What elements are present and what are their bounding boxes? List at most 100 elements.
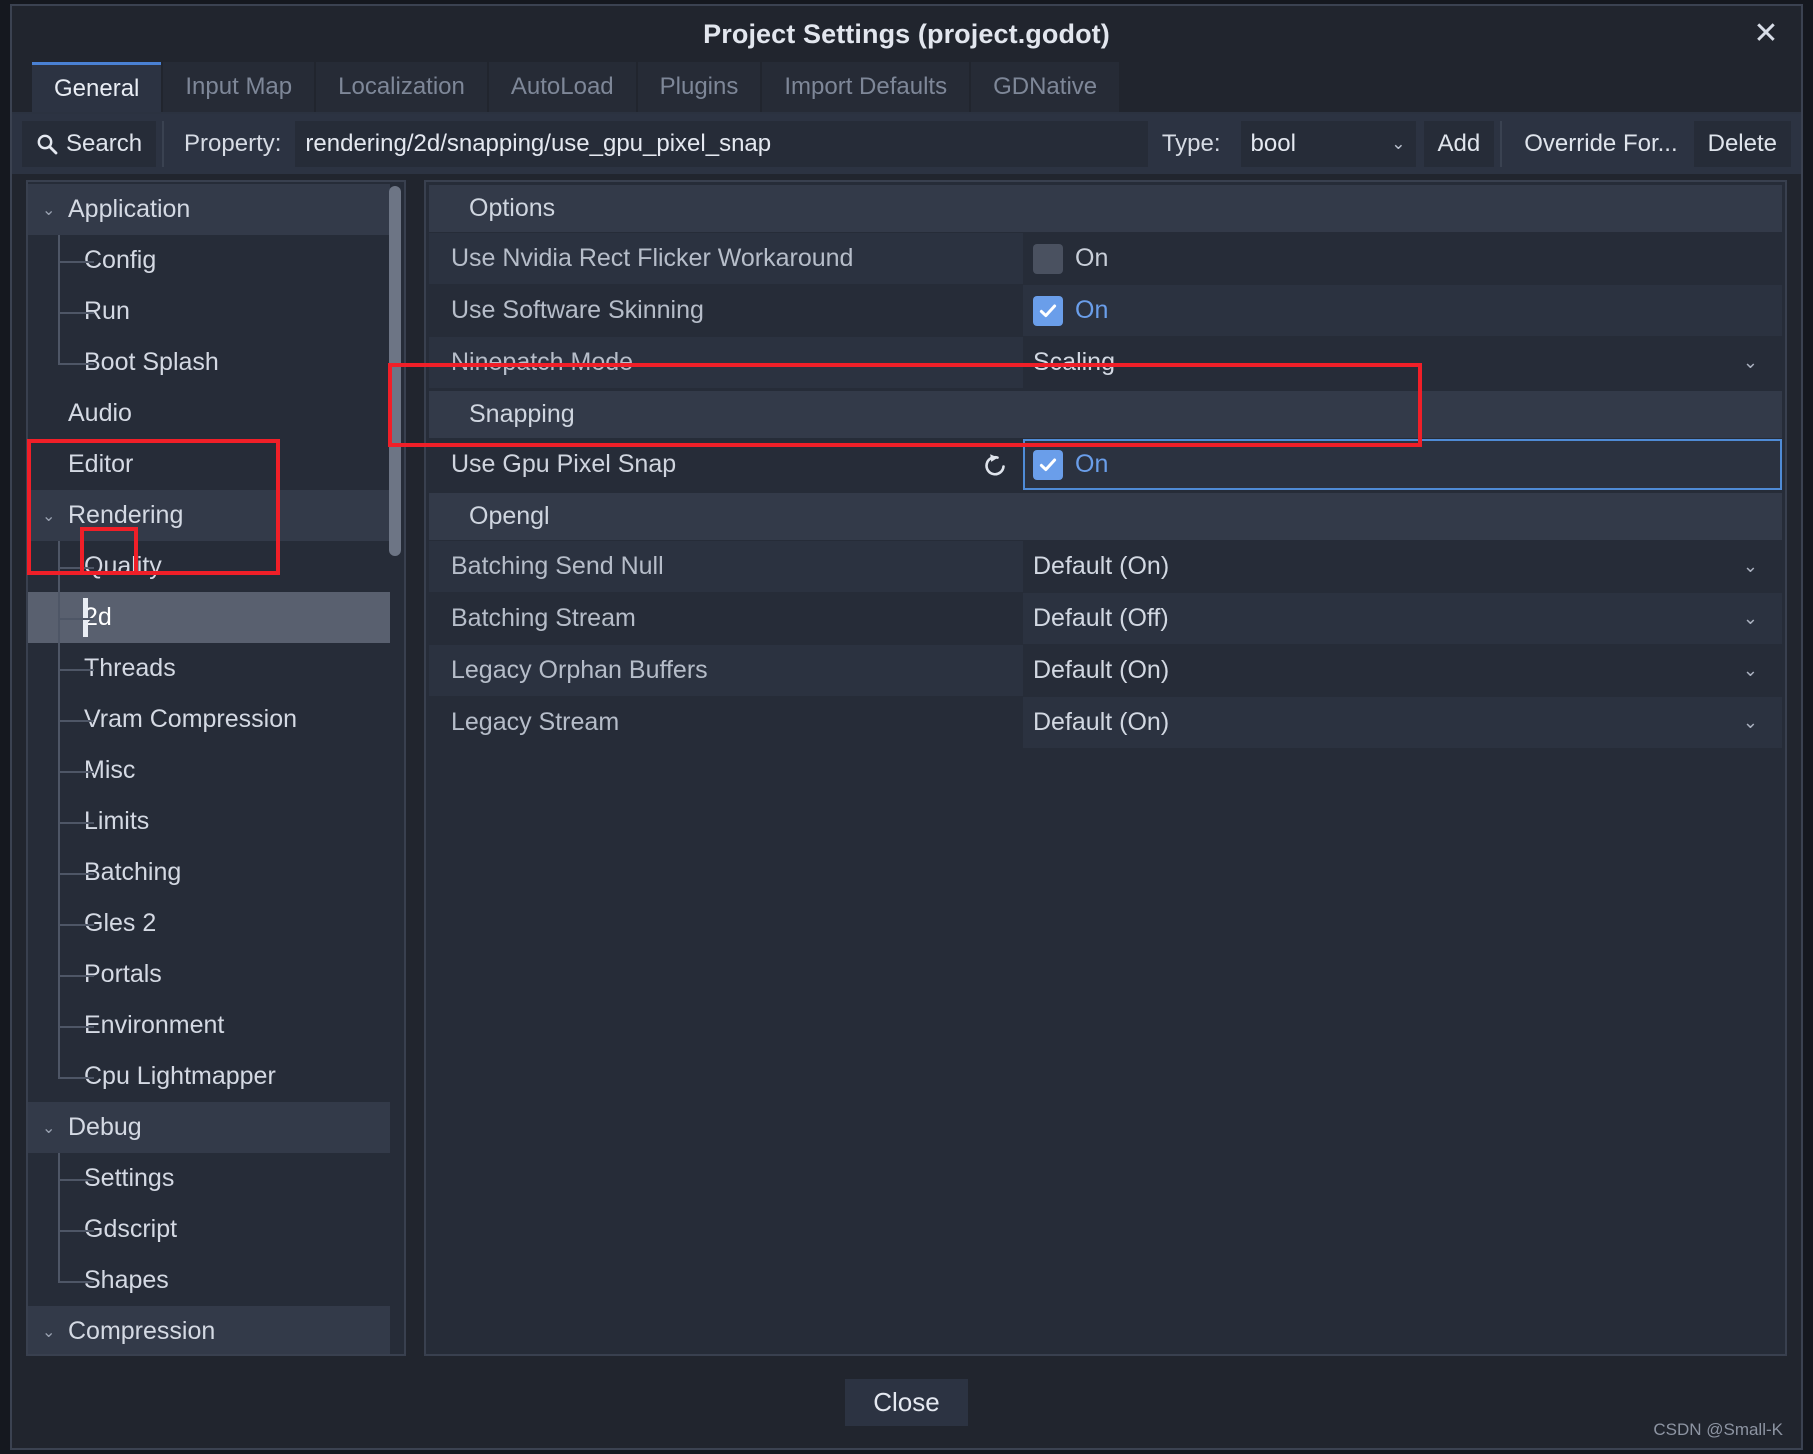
sidebar-scrollbar[interactable] — [389, 186, 401, 1350]
close-icon[interactable]: ✕ — [1749, 17, 1783, 51]
tree-guide-lines — [58, 796, 98, 847]
tree-guide-lines — [58, 1051, 98, 1102]
sidebar-item-compression[interactable]: ⌄ Compression — [28, 1306, 390, 1354]
sidebar-item-debug[interactable]: ⌄ Debug — [28, 1102, 390, 1153]
sidebar-item-2d[interactable]: 2d — [28, 592, 390, 643]
option-value: On — [1023, 233, 1782, 284]
tab-general[interactable]: General — [32, 62, 162, 112]
option-row: Use Software Skinning On — [429, 285, 1782, 336]
chevron-down-icon[interactable]: ⌄ — [42, 200, 62, 220]
sidebar-item-editor[interactable]: Editor — [28, 439, 390, 490]
option-label-text: Legacy Orphan Buffers — [451, 656, 708, 684]
chevron-down-icon: ⌄ — [1742, 712, 1758, 732]
page-title: Project Settings (project.godot) — [703, 18, 1110, 49]
option-row: Use Gpu Pixel Snap On — [429, 439, 1782, 490]
sidebar-item-gles-2[interactable]: Gles 2 — [28, 898, 390, 949]
option-label-text: Use Software Skinning — [451, 296, 704, 324]
option-label: Batching Stream — [429, 593, 1023, 644]
tree-guide-lines — [58, 337, 98, 388]
option-dropdown-value: Default (Off) — [1033, 604, 1169, 632]
checkbox-label[interactable]: On — [1075, 450, 1108, 479]
dialog-footer: Close CSDN @Small-K — [12, 1356, 1801, 1448]
revert-icon[interactable] — [981, 451, 1009, 479]
option-value: Default (On) ⌄ — [1023, 541, 1782, 592]
sidebar-item-label: Compression — [68, 1317, 216, 1345]
add-button-label: Add — [1437, 130, 1481, 157]
section-header-snapping: Snapping — [429, 391, 1782, 438]
chevron-down-icon[interactable]: ⌄ — [42, 1322, 62, 1342]
close-button[interactable]: Close — [845, 1378, 968, 1426]
delete-button-label: Delete — [1707, 130, 1777, 157]
project-settings-dialog: Project Settings (project.godot) ✕ Gener… — [10, 4, 1803, 1450]
sidebar-item-misc[interactable]: Misc — [28, 745, 390, 796]
sidebar-item-label: Audio — [68, 399, 132, 427]
option-dropdown[interactable]: Scaling ⌄ — [1033, 337, 1782, 388]
chevron-down-icon[interactable]: ⌄ — [42, 506, 62, 526]
title-bar: Project Settings (project.godot) ✕ — [12, 6, 1801, 62]
sidebar-item-vram-compression[interactable]: Vram Compression — [28, 694, 390, 745]
sidebar-item-threads[interactable]: Threads — [28, 643, 390, 694]
checkbox[interactable] — [1033, 449, 1063, 480]
sidebar-item-settings[interactable]: Settings — [28, 1153, 390, 1204]
section-header-opengl: Opengl — [429, 493, 1782, 540]
tab-plugins[interactable]: Plugins — [637, 62, 761, 112]
property-label: Property: — [184, 130, 282, 157]
sidebar-item-limits[interactable]: Limits — [28, 796, 390, 847]
toolbar-divider-1 — [162, 121, 165, 167]
sidebar-item-run[interactable]: Run — [28, 286, 390, 337]
option-label-text: Batching Stream — [451, 604, 636, 632]
tree-guide-lines — [58, 694, 98, 745]
sidebar-item-boot-splash[interactable]: Boot Splash — [28, 337, 390, 388]
option-label: Batching Send Null — [429, 541, 1023, 592]
sidebar-item-shapes[interactable]: Shapes — [28, 1255, 390, 1306]
checkbox-label[interactable]: On — [1075, 296, 1108, 325]
option-value: On — [1023, 285, 1782, 336]
option-label-text: Use Nvidia Rect Flicker Workaround — [451, 244, 854, 272]
sidebar-item-batching[interactable]: Batching — [28, 847, 390, 898]
option-dropdown[interactable]: Default (Off) ⌄ — [1033, 593, 1782, 644]
chevron-down-icon: ⌄ — [1391, 134, 1406, 153]
sidebar-item-label: Application — [68, 195, 191, 223]
chevron-down-icon[interactable]: ⌄ — [42, 1118, 62, 1138]
tree-guide-lines — [58, 1000, 98, 1051]
sidebar-item-audio[interactable]: Audio — [28, 388, 390, 439]
sidebar-item-gdscript[interactable]: Gdscript — [28, 1204, 390, 1255]
option-dropdown[interactable]: Default (On) ⌄ — [1033, 541, 1782, 592]
sidebar-item-quality[interactable]: Quality — [28, 541, 390, 592]
checkbox[interactable] — [1033, 295, 1063, 326]
settings-category-tree: ⌄ Application Config Run Boot Splash Audio Edi… — [26, 180, 406, 1356]
checkbox-label[interactable]: On — [1075, 244, 1108, 273]
property-input[interactable]: rendering/2d/snapping/use_gpu_pixel_snap — [295, 121, 1148, 167]
sidebar-item-environment[interactable]: Environment — [28, 1000, 390, 1051]
chevron-down-icon: ⌄ — [1742, 352, 1758, 372]
tab-input-map[interactable]: Input Map — [163, 62, 315, 112]
sidebar-item-portals[interactable]: Portals — [28, 949, 390, 1000]
checkbox[interactable] — [1033, 243, 1063, 274]
override-for-button[interactable]: Override For... — [1508, 121, 1693, 167]
type-select[interactable]: bool ⌄ — [1240, 121, 1416, 167]
search-button[interactable]: Search — [22, 121, 157, 167]
option-dropdown[interactable]: Default (On) ⌄ — [1033, 645, 1782, 696]
sidebar-item-config[interactable]: Config — [28, 235, 390, 286]
option-label-text: Legacy Stream — [451, 708, 620, 736]
tab-localization[interactable]: Localization — [316, 62, 487, 112]
option-dropdown[interactable]: Default (On) ⌄ — [1033, 697, 1782, 748]
toolbar-divider-2 — [1500, 121, 1503, 167]
delete-button[interactable]: Delete — [1693, 121, 1791, 167]
tab-bar: General Input Map Localization AutoLoad Plug… — [12, 62, 1801, 114]
option-label-text: Ninepatch Mode — [451, 348, 634, 376]
sidebar-scrollbar-thumb[interactable] — [389, 186, 401, 556]
sidebar-item-application[interactable]: ⌄ Application — [28, 184, 390, 235]
tab-autoload[interactable]: AutoLoad — [488, 62, 636, 112]
sidebar-item-rendering[interactable]: ⌄ Rendering — [28, 490, 390, 541]
tree-guide-lines — [58, 898, 98, 949]
add-button[interactable]: Add — [1423, 121, 1495, 167]
sidebar-item-cpu-lightmapper[interactable]: Cpu Lightmapper — [28, 1051, 390, 1102]
chevron-down-icon: ⌄ — [1742, 608, 1758, 628]
option-row: Batching Stream Default (Off) ⌄ — [429, 593, 1782, 644]
chevron-down-icon: ⌄ — [1742, 660, 1758, 680]
tab-import-defaults[interactable]: Import Defaults — [762, 62, 970, 112]
option-row: Use Nvidia Rect Flicker Workaround On — [429, 233, 1782, 284]
dialog-body: ⌄ Application Config Run Boot Splash Audio Edi… — [12, 174, 1801, 1356]
tab-gdnative[interactable]: GDNative — [971, 62, 1120, 112]
